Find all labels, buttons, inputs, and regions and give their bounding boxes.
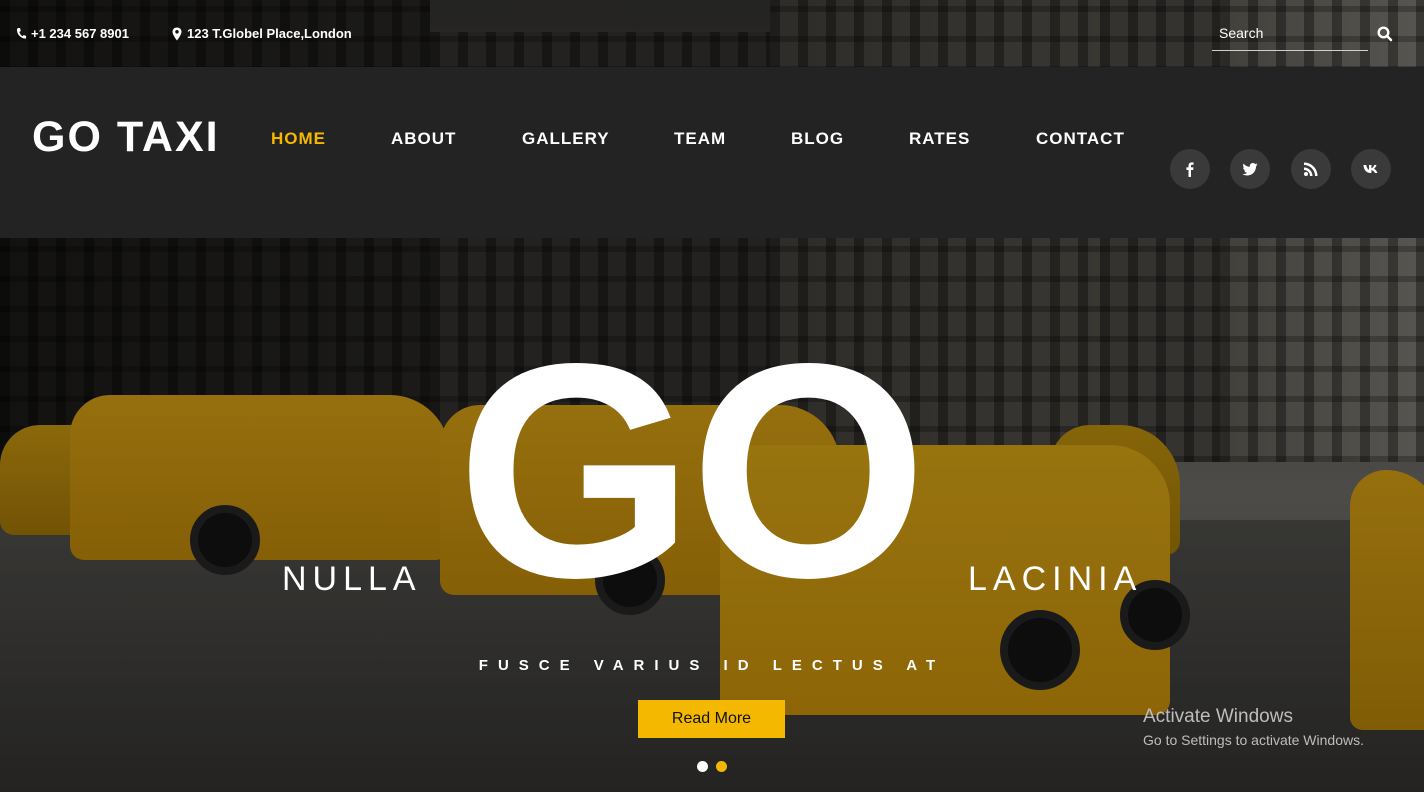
rss-button[interactable]	[1291, 149, 1331, 189]
nav-blog[interactable]: BLOG	[791, 129, 844, 149]
facebook-icon	[1186, 162, 1194, 177]
hero-big-word: GO	[456, 300, 927, 641]
nav-about[interactable]: ABOUT	[391, 129, 456, 149]
site-logo[interactable]: GO TAXI	[32, 113, 220, 162]
nav-rates[interactable]: RATES	[909, 129, 970, 149]
nav-home[interactable]: HOME	[271, 129, 326, 149]
activate-windows-watermark: Activate Windows Go to Settings to activ…	[1143, 706, 1364, 748]
watermark-title: Activate Windows	[1143, 706, 1293, 727]
site-header: GO TAXI HOME ABOUT GALLERY TEAM BLOG RAT…	[0, 67, 1424, 238]
top-bar: +1 234 567 8901 123 T.Globel Place,Londo…	[0, 0, 1424, 67]
slider-dot-1[interactable]	[697, 761, 708, 772]
slider-dot-2[interactable]	[716, 761, 727, 772]
twitter-icon	[1242, 163, 1258, 176]
phone-number: +1 234 567 8901	[31, 26, 129, 41]
nav-team[interactable]: TEAM	[674, 129, 726, 149]
map-marker-icon	[172, 27, 182, 40]
search-box	[1212, 18, 1369, 51]
vk-button[interactable]	[1351, 149, 1391, 189]
phone-icon	[16, 27, 27, 39]
hero-subtitle: FUSCE VARIUS ID LECTUS AT	[478, 657, 946, 674]
address-contact: 123 T.Globel Place,London	[171, 26, 352, 41]
nav-gallery[interactable]: GALLERY	[522, 129, 610, 149]
twitter-button[interactable]	[1230, 149, 1270, 189]
hero-right-word: LACINIA	[968, 560, 1143, 598]
vk-icon	[1363, 165, 1378, 173]
hero-left-word: NULLA	[282, 560, 422, 598]
rss-icon	[1304, 162, 1318, 176]
search-icon[interactable]	[1376, 25, 1394, 43]
address-text: 123 T.Globel Place,London	[187, 26, 352, 41]
facebook-button[interactable]	[1170, 149, 1210, 189]
phone-contact: +1 234 567 8901	[15, 26, 129, 41]
search-input[interactable]	[1212, 18, 1369, 48]
read-more-button[interactable]: Read More	[638, 700, 785, 738]
nav-contact[interactable]: CONTACT	[1036, 129, 1125, 149]
watermark-subtitle: Go to Settings to activate Windows.	[1143, 732, 1364, 748]
